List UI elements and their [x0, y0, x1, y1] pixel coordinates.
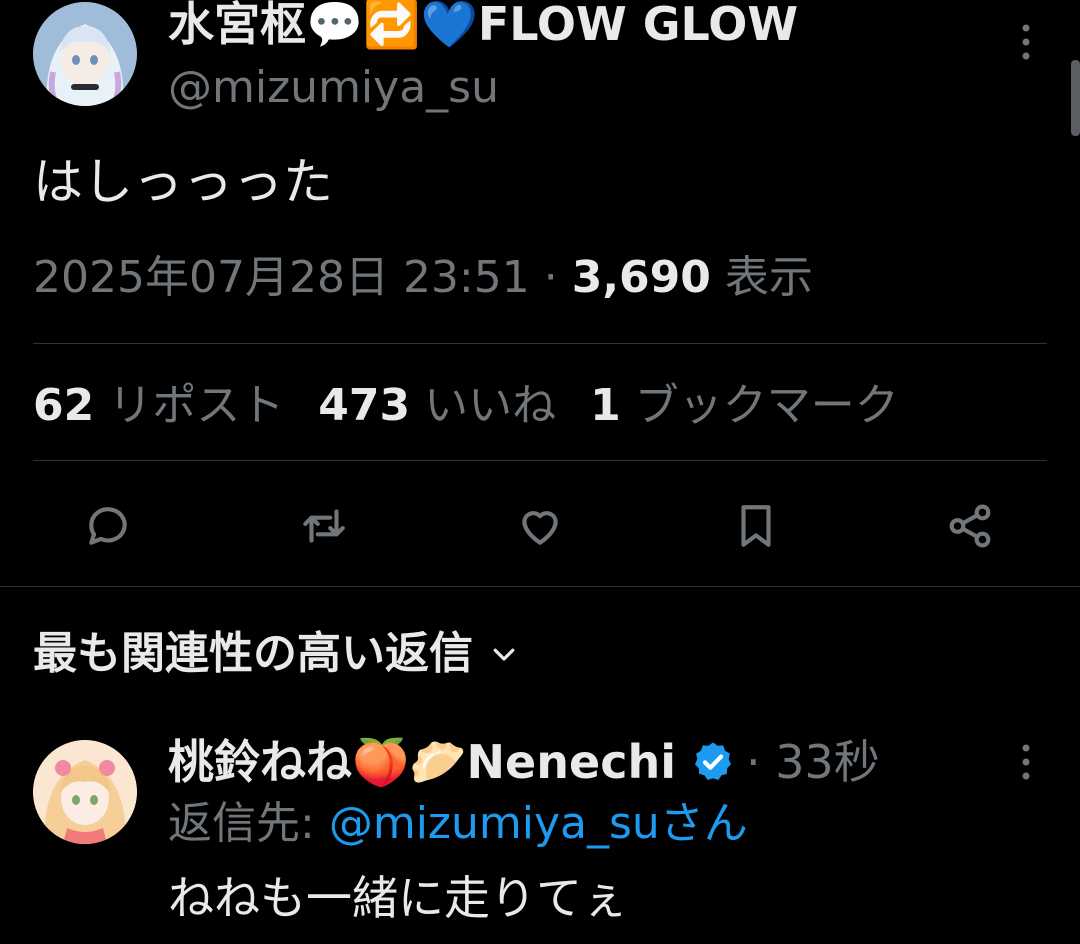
repost-stat[interactable]: 62 リポスト — [33, 374, 284, 438]
like-stat[interactable]: 473 いいね — [318, 374, 556, 438]
reply-to-mention-link[interactable]: @mizumiya_suさん — [329, 798, 748, 849]
bookmark-label: ブックマーク — [634, 380, 899, 431]
views-label: 表示 — [710, 252, 813, 303]
scrollbar-thumb[interactable] — [1071, 60, 1080, 136]
repost-count: 62 — [33, 380, 95, 431]
tweet-stats: 62 リポスト 473 いいね 1 ブックマーク — [33, 374, 933, 438]
reply-header: 桃鈴ねね🍑🥟Nenechi · 33秒 — [168, 732, 880, 792]
reply-more-options-icon[interactable] — [1006, 732, 1046, 792]
replies-sort-label: 最も関連性の高い返信 — [33, 628, 473, 679]
bookmark-stat[interactable]: 1 ブックマーク — [590, 374, 899, 438]
tweet-meta: 2025年07月28日 23:51 · 3,690 表示 — [33, 248, 813, 308]
views-count[interactable]: 3,690 — [572, 252, 711, 303]
author-avatar[interactable] — [33, 2, 137, 106]
tweet-detail-page: 水宮枢💬🔁💙FLOW GLOW @mizumiya_su はしっっった 2025… — [0, 0, 1080, 944]
bookmark-icon[interactable] — [728, 498, 784, 554]
reply-author-avatar[interactable] — [33, 740, 137, 844]
chevron-down-icon — [493, 648, 515, 661]
tweet-more-options-icon[interactable] — [1006, 12, 1046, 72]
tweet-action-bar — [0, 490, 1080, 560]
verified-badge-icon[interactable] — [690, 739, 736, 785]
reply-author-display-name[interactable]: 桃鈴ねね🍑🥟Nenechi — [168, 732, 676, 792]
reply-to-prefix: 返信先: — [168, 798, 315, 849]
tweet-text: はしっっった — [33, 153, 333, 211]
divider — [33, 343, 1047, 344]
replies-sort-dropdown[interactable]: 最も関連性の高い返信 — [33, 622, 519, 686]
meta-separator: · — [529, 252, 572, 303]
divider — [33, 460, 1047, 461]
reply-to-line: 返信先: @mizumiya_suさん — [168, 794, 748, 854]
repost-label: リポスト — [108, 380, 285, 431]
like-icon[interactable] — [512, 498, 568, 554]
like-count: 473 — [318, 380, 411, 431]
bookmark-count: 1 — [590, 380, 621, 431]
reply-timestamp[interactable]: · 33秒 — [746, 732, 880, 792]
author-handle[interactable]: @mizumiya_su — [168, 60, 499, 116]
repost-icon[interactable] — [296, 498, 352, 554]
reply-text: ねねも一緒に走りてぇ — [168, 871, 628, 925]
divider — [0, 586, 1080, 587]
like-label: いいね — [424, 380, 557, 431]
author-display-name[interactable]: 水宮枢💬🔁💙FLOW GLOW — [168, 0, 798, 50]
tweet-timestamp[interactable]: 2025年07月28日 23:51 — [33, 252, 530, 303]
reply-icon[interactable] — [80, 498, 136, 554]
share-icon[interactable] — [942, 498, 998, 554]
